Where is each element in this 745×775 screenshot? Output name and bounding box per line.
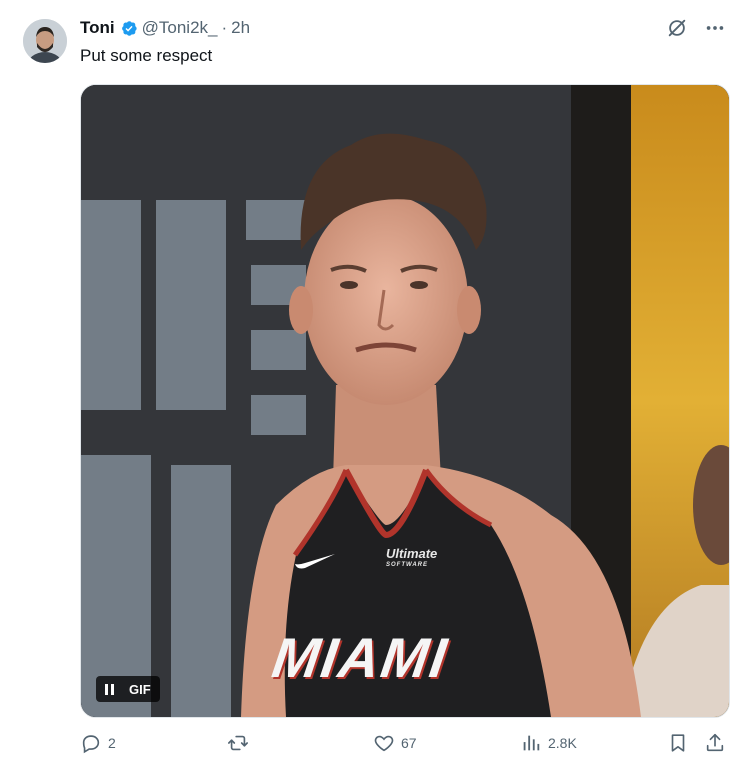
views-count: 2.8K xyxy=(548,735,577,751)
tweet-top-actions xyxy=(665,16,727,40)
bookmark-button[interactable] xyxy=(667,732,689,754)
share-icon xyxy=(706,733,724,752)
like-icon xyxy=(374,735,394,752)
tweet[interactable]: Toni @Toni2k_ · 2h Put some respect Ulti… xyxy=(0,0,745,775)
repost-button[interactable] xyxy=(227,732,255,754)
repost-icon xyxy=(228,735,248,751)
tweet-actions: 2 67 2.8K xyxy=(80,732,728,756)
tweet-header: Toni @Toni2k_ · 2h xyxy=(80,17,250,39)
sponsor-sub: SOFTWARE xyxy=(386,562,428,568)
views-button[interactable]: 2.8K xyxy=(520,732,577,754)
timestamp[interactable]: 2h xyxy=(231,18,250,38)
reply-count: 2 xyxy=(108,735,116,751)
avatar[interactable] xyxy=(23,19,67,63)
pause-icon[interactable] xyxy=(96,676,122,702)
tweet-text: Put some respect xyxy=(80,46,213,65)
author-handle[interactable]: @Toni2k_ xyxy=(142,18,218,38)
reply-button[interactable]: 2 xyxy=(80,732,116,754)
jersey-sponsor: Ultimate SOFTWARE xyxy=(386,547,437,568)
gif-frame-image xyxy=(81,85,729,717)
gif-badge: GIF xyxy=(129,681,151,697)
separator-dot: · xyxy=(221,18,228,37)
more-icon[interactable] xyxy=(703,16,727,40)
gif-controls: GIF xyxy=(96,676,160,702)
gif-media[interactable]: Ultimate SOFTWARE MIAMI GIF xyxy=(80,84,730,718)
jersey-text: MIAMI xyxy=(268,626,453,689)
like-count: 67 xyxy=(401,735,417,751)
like-button[interactable]: 67 xyxy=(373,732,417,754)
share-button[interactable] xyxy=(704,732,726,754)
grok-icon[interactable] xyxy=(665,16,689,40)
reply-icon xyxy=(82,735,100,754)
bookmark-icon xyxy=(671,734,685,752)
views-icon xyxy=(523,735,540,751)
verified-badge-icon xyxy=(119,19,138,38)
sponsor-name: Ultimate xyxy=(386,546,438,561)
author-name[interactable]: Toni xyxy=(80,18,115,38)
nike-swoosh-icon xyxy=(293,550,337,577)
